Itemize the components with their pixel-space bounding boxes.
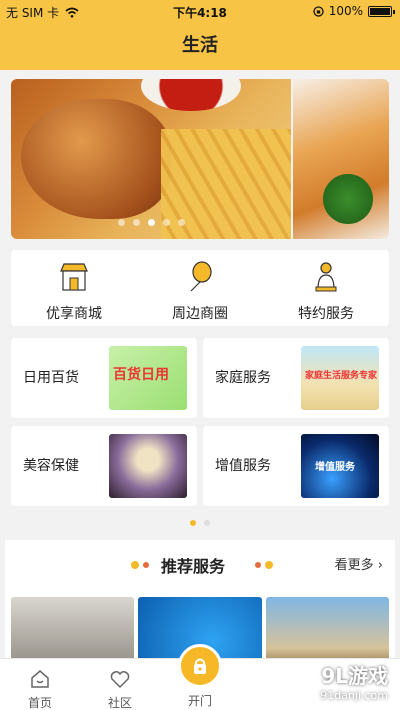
image-caption: 百货日用	[113, 367, 169, 383]
service-label: 增值服务	[215, 458, 271, 474]
image-caption: 增值服务	[315, 462, 355, 473]
category-label: 优享商城	[46, 306, 102, 322]
daily-goods-image: 百货日用	[109, 346, 187, 410]
service-figure-icon	[309, 260, 343, 294]
tab-community[interactable]: 社区	[80, 667, 160, 710]
header-bar: 无 SIM 卡 下午4:18 100% 生活	[0, 0, 400, 70]
page-dot	[204, 520, 210, 526]
page-indicator	[0, 520, 400, 526]
deco-dot	[265, 561, 273, 569]
category-special-service[interactable]: 特约服务	[263, 250, 389, 326]
banner-dot-active	[147, 219, 155, 226]
page-title: 生活	[182, 35, 218, 56]
recommend-title: 推荐服务	[161, 557, 226, 576]
open-door-icon	[194, 658, 206, 674]
banner-dot	[177, 219, 185, 226]
category-label: 周边商圈	[172, 306, 228, 322]
category-shop[interactable]: 优享商城	[11, 250, 137, 326]
balloon-icon	[183, 260, 217, 294]
battery-percent: 100%	[328, 4, 363, 18]
service-tile-home[interactable]: 家庭服务 家庭生活服务专家	[203, 338, 389, 418]
chevron-right-icon: ›	[377, 558, 383, 573]
see-more-label: 看更多	[334, 558, 374, 573]
battery-icon	[368, 5, 395, 17]
service-label: 美容保健	[23, 458, 79, 474]
banner-dot	[117, 219, 125, 226]
tab-open-door[interactable]: 开门	[160, 689, 240, 709]
banner-slide-next[interactable]	[293, 79, 389, 239]
category-nearby[interactable]: 周边商圈	[137, 250, 263, 326]
beauty-image	[109, 434, 187, 498]
watermark-url: 91danji.com	[320, 689, 388, 702]
banner-dots	[11, 219, 291, 226]
open-door-button[interactable]	[178, 644, 222, 688]
banner-slide-food[interactable]	[11, 79, 291, 239]
lock-rotation-icon	[313, 5, 324, 17]
sauce-image	[141, 79, 241, 111]
service-label: 家庭服务	[215, 370, 271, 386]
banner-dot	[132, 219, 140, 226]
deco-dot	[131, 561, 139, 569]
recommend-header: 推荐服务 看更多 ›	[5, 540, 395, 586]
service-label: 日用百货	[23, 370, 79, 386]
service-tile-daily-goods[interactable]: 日用百货 百货日用	[11, 338, 197, 418]
deco-dot	[255, 562, 261, 568]
status-bar: 无 SIM 卡 下午4:18 100%	[0, 0, 400, 22]
value-added-image: 增值服务	[301, 434, 379, 498]
watermark-brand: 9L游戏	[321, 664, 388, 688]
shop-icon	[57, 260, 91, 294]
watermark: 9L游戏 91danji.com	[320, 660, 388, 702]
tab-label: 社区	[107, 696, 132, 710]
tab-label: 开门	[187, 694, 212, 708]
page-dot-active	[190, 520, 196, 526]
category-label: 特约服务	[298, 306, 354, 322]
home-service-image: 家庭生活服务专家	[301, 346, 379, 410]
category-row: 优享商城 周边商圈 特约服务	[11, 250, 389, 326]
community-icon	[80, 667, 160, 691]
banner-carousel[interactable]	[11, 79, 389, 239]
tab-home[interactable]: 首页	[0, 667, 80, 710]
service-tile-value-added[interactable]: 增值服务 增值服务	[203, 426, 389, 506]
tab-label: 首页	[27, 696, 52, 710]
roast-chicken-image	[21, 99, 171, 219]
deco-dot	[143, 562, 149, 568]
image-caption: 家庭生活服务专家	[305, 371, 378, 381]
herb-image	[323, 174, 373, 224]
banner-dot	[162, 219, 170, 226]
service-tile-beauty[interactable]: 美容保健	[11, 426, 197, 506]
home-icon	[0, 667, 80, 691]
see-more-link[interactable]: 看更多 ›	[335, 554, 383, 573]
